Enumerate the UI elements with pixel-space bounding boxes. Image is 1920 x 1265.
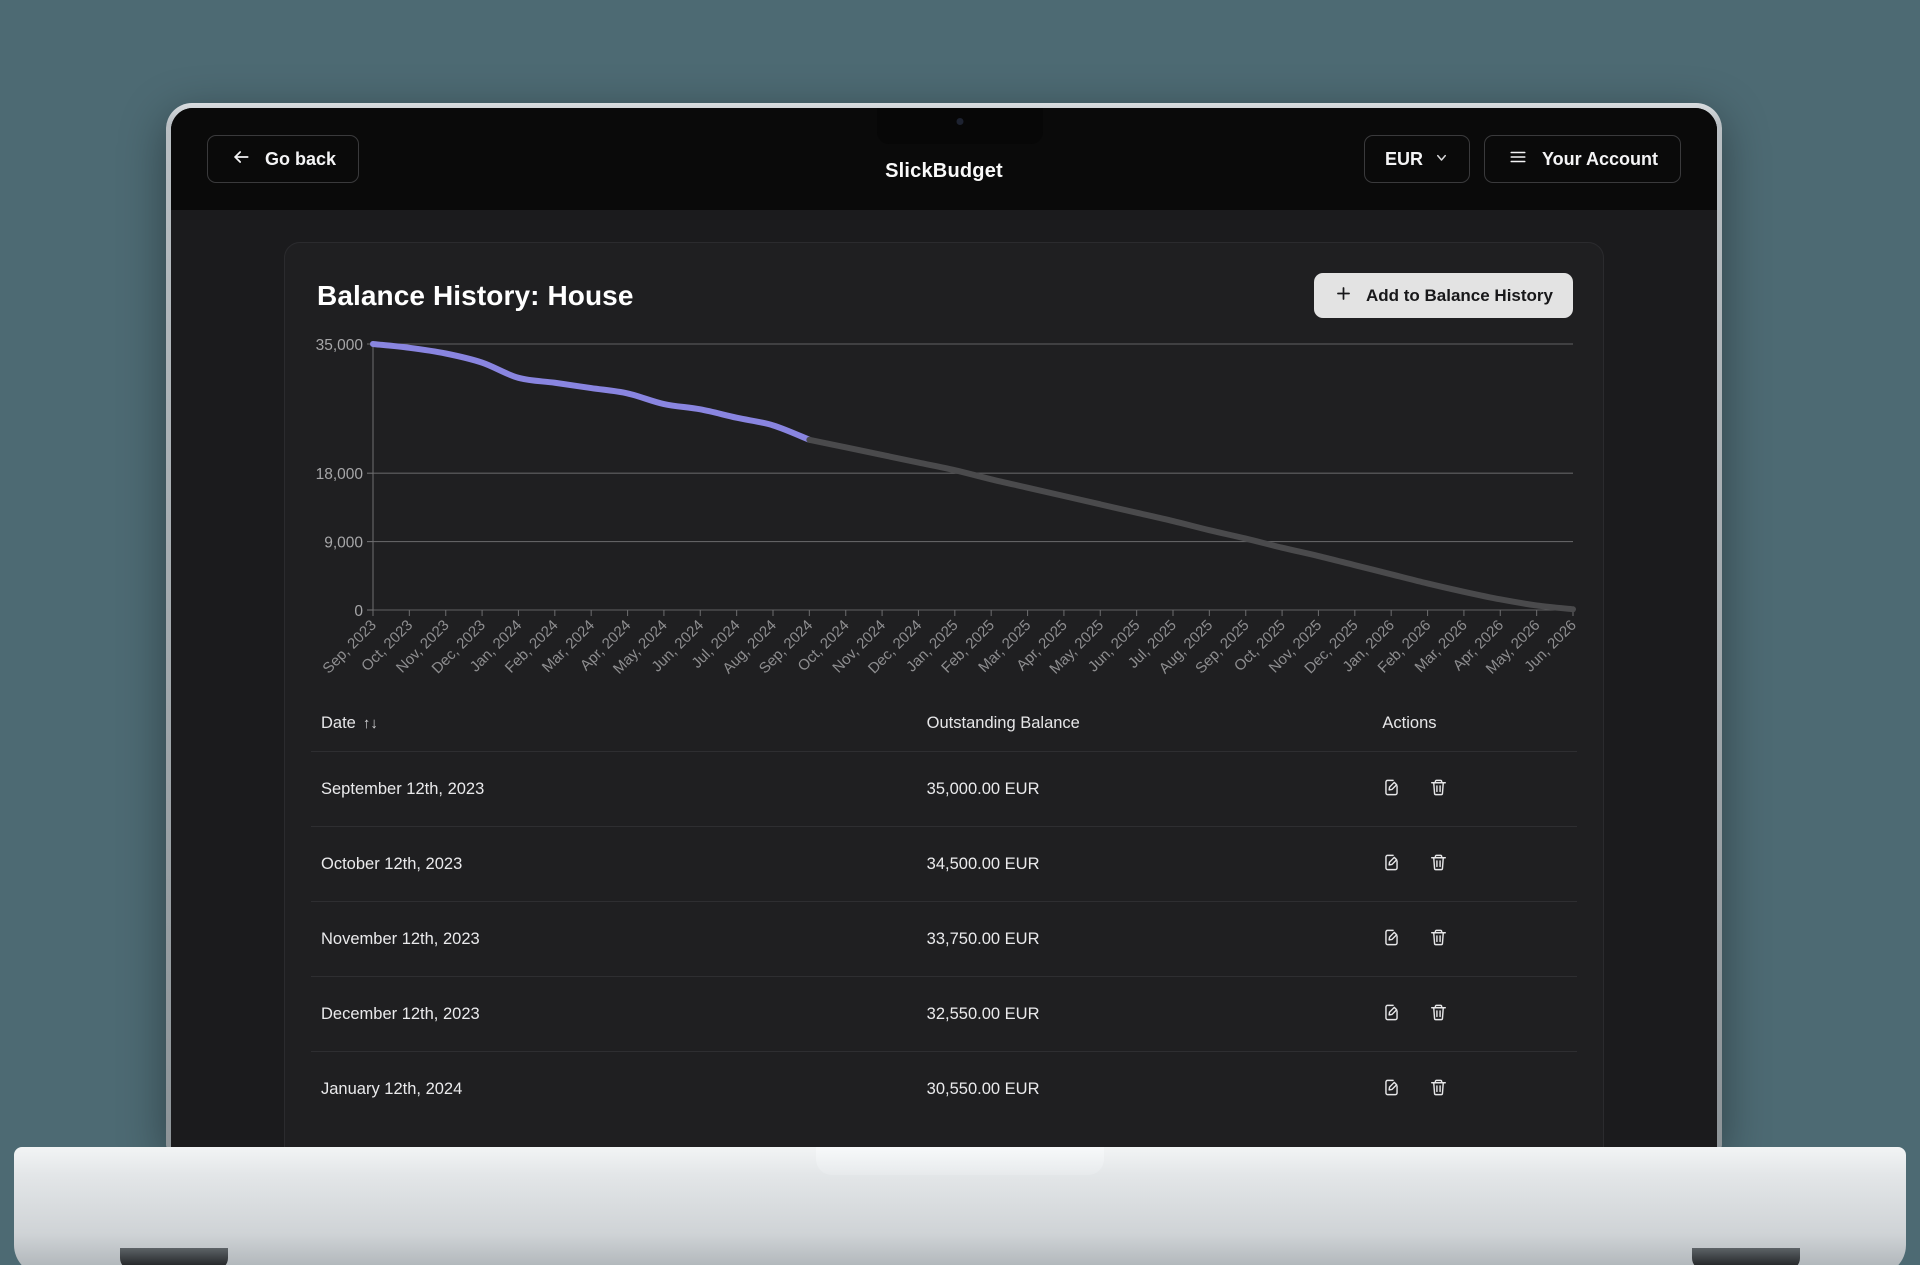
table-row: November 12th, 2023 33,750.00 EUR [311,901,1577,977]
edit-icon [1382,853,1401,875]
account-label: Your Account [1542,148,1658,169]
cell-balance: 32,550.00 EUR [918,976,1375,1052]
series-line-outstanding-balance [370,341,813,443]
laptop-base-notch [816,1147,1104,1175]
hamburger-menu-icon [1507,148,1529,171]
edit-icon [1382,928,1401,950]
cell-date: December 12th, 2023 [311,976,919,1052]
cell-actions [1374,826,1577,902]
balance-history-table: Date ↑↓ Outstanding Balance Actions Septe… [311,704,1577,1126]
series-line-projection [806,436,1576,613]
trash-icon [1429,1003,1448,1025]
delete-row-button[interactable] [1429,928,1448,950]
your-account-button[interactable]: Your Account [1484,135,1681,183]
column-header-date-label: Date [321,714,356,732]
cell-date: November 12th, 2023 [311,901,919,977]
balance-history-card: Balance History: House Add to Balance Hi… [284,242,1604,1149]
page-body: Balance History: House Add to Balance Hi… [171,210,1717,1149]
column-header-date[interactable]: Date ↑↓ [311,704,919,752]
cell-balance: 35,000.00 EUR [918,751,1375,827]
cell-balance: 34,500.00 EUR [918,826,1375,902]
cell-date: September 12th, 2023 [311,751,919,827]
cell-actions [1374,751,1577,827]
y-tick-label: 0 [354,603,363,620]
trash-icon [1429,853,1448,875]
table-row: January 12th, 2024 30,550.00 EUR [311,1051,1577,1126]
column-header-actions: Actions [1382,714,1437,732]
cell-actions [1374,976,1577,1052]
sort-toggle-icon[interactable]: ↑↓ [363,715,378,732]
chart-x-axis-labels: Sep, 2023Oct, 2023Nov, 2023Dec, 2023Jan,… [319,610,1579,678]
column-header-balance: Outstanding Balance [926,714,1080,732]
delete-row-button[interactable] [1429,1003,1448,1025]
laptop-mockup: Go back SlickBudget EUR Your Account Bal… [0,0,1920,1265]
app-title: SlickBudget [885,160,1003,182]
add-button-label: Add to Balance History [1365,285,1553,305]
trash-icon [1429,1078,1448,1100]
delete-row-button[interactable] [1429,1078,1448,1100]
edit-row-button[interactable] [1382,1003,1401,1025]
laptop-screen: Go back SlickBudget EUR Your Account Bal… [171,108,1717,1149]
table-header-row: Date ↑↓ Outstanding Balance Actions [311,704,1577,752]
cell-date: October 12th, 2023 [311,826,919,902]
currency-value: EUR [1384,148,1423,169]
delete-row-button[interactable] [1429,778,1448,800]
table-row: September 12th, 2023 35,000.00 EUR [311,751,1577,827]
table-row: October 12th, 2023 34,500.00 EUR [311,826,1577,902]
laptop-foot-left [120,1248,228,1265]
balance-history-chart: 0 9,000 18,000 35,000 Sep, 2023 Oct, 2023 Nov… [311,336,1579,696]
y-tick-label: 35,000 [316,337,364,354]
go-back-label: Go back [265,148,337,169]
card-header: Balance History: House Add to Balance Hi… [311,273,1577,318]
add-to-balance-history-button[interactable]: Add to Balance History [1313,273,1573,318]
y-tick-label: 18,000 [316,466,364,483]
y-tick-label: 9,000 [324,535,363,552]
cell-date: January 12th, 2024 [311,1051,919,1126]
arrow-left-icon [230,147,252,172]
delete-row-button[interactable] [1429,853,1448,875]
edit-icon [1382,1078,1401,1100]
edit-row-button[interactable] [1382,778,1401,800]
cell-actions [1374,1051,1577,1126]
table-body: September 12th, 2023 35,000.00 EUR October… [311,751,1577,1126]
chart-series-lines [370,341,1576,613]
edit-icon [1382,1003,1401,1025]
cell-balance: 33,750.00 EUR [918,901,1375,977]
chart-y-axis-labels: 0 9,000 18,000 35,000 [316,337,373,620]
app-viewport: Go back SlickBudget EUR Your Account Bal… [171,108,1717,1149]
edit-icon [1382,778,1401,800]
chevron-down-icon [1434,149,1449,170]
edit-row-button[interactable] [1382,853,1401,875]
cell-balance: 30,550.00 EUR [918,1051,1375,1126]
currency-select[interactable]: EUR [1363,135,1470,183]
table-row: December 12th, 2023 32,550.00 EUR [311,976,1577,1052]
laptop-notch [877,108,1043,144]
laptop-foot-right [1692,1248,1800,1265]
top-bar-actions: EUR Your Account [1363,135,1681,183]
camera-icon [956,118,964,125]
go-back-button[interactable]: Go back [207,135,360,183]
trash-icon [1429,778,1448,800]
cell-actions [1374,901,1577,977]
trash-icon [1429,928,1448,950]
table-head: Date ↑↓ Outstanding Balance Actions [311,704,1577,752]
plus-icon [1334,284,1353,308]
edit-row-button[interactable] [1382,1078,1401,1100]
chart-canvas: 0 9,000 18,000 35,000 Sep, 2023Oct, 2023Nov… [316,337,1579,678]
edit-row-button[interactable] [1382,928,1401,950]
page-title: Balance History: House [317,279,634,311]
